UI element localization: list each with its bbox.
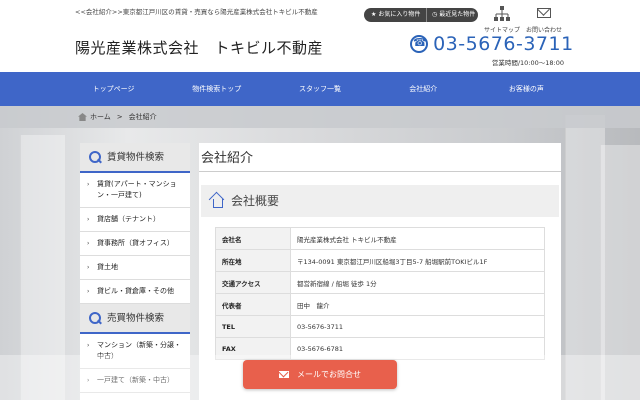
table-row: 交通アクセス 都営新宿線 / 船堀 徒歩 1分 bbox=[215, 271, 545, 294]
chevron-right-icon: › bbox=[87, 288, 90, 295]
breadcrumb: ホーム > 会社紹介 bbox=[0, 106, 640, 128]
nav-item-staff[interactable]: スタッフ一覧 bbox=[268, 72, 371, 106]
table-row: 会社名 陽光産業株式会社 トキビル不動産 bbox=[215, 227, 545, 250]
global-nav: トップページ 物件検索トップ スタッフ一覧 会社紹介 お客様の声 bbox=[0, 72, 640, 106]
business-hours: 営業時間/10:00～18:00 bbox=[491, 59, 564, 67]
sidebar-item-rental-office[interactable]: › 貸事務所（貸オフィス） bbox=[80, 232, 190, 256]
nav-item-top[interactable]: トップページ bbox=[62, 72, 165, 106]
sidebar-item-label: 貸土地 bbox=[97, 263, 118, 271]
sidebar-item-label: 貸事務所（貸オフィス） bbox=[97, 239, 174, 247]
mail-contact-button[interactable]: メールでお問合せ bbox=[243, 360, 397, 389]
rental-search-heading-label: 賃貸物件検索 bbox=[107, 152, 165, 163]
header-topline: <<会社紹介>>東京都江戸川区の賃貸・売買なら陽光産業株式会社トキビル不動産 bbox=[75, 8, 318, 16]
recent-button[interactable]: ◷ 最近見た物件 bbox=[426, 8, 478, 22]
sidebar-item-label: 貸ビル・貸倉庫・その他 bbox=[97, 287, 174, 295]
nav-item-company[interactable]: 会社紹介 bbox=[372, 72, 475, 106]
sidebar-item-rental-land[interactable]: › 貸土地 bbox=[80, 256, 190, 280]
chevron-right-icon: › bbox=[87, 342, 90, 349]
phone-icon bbox=[410, 35, 428, 53]
nav-item-voices[interactable]: お客様の声 bbox=[475, 72, 578, 106]
breadcrumb-separator: > bbox=[116, 113, 123, 121]
chevron-right-icon: › bbox=[87, 264, 90, 271]
nav-item-property-search[interactable]: 物件検索トップ bbox=[165, 72, 268, 106]
table-row: TEL 03-5676-3711 bbox=[215, 315, 545, 338]
row-value: 陽光産業株式会社 トキビル不動産 bbox=[290, 227, 545, 250]
search-icon bbox=[89, 151, 101, 163]
row-value: 〒134-0091 東京都江戸川区船堀3丁目5-7 船堀駅前TOKIビル1F bbox=[290, 249, 545, 272]
rental-search-heading: 賃貸物件検索 bbox=[80, 143, 190, 173]
chevron-right-icon: › bbox=[87, 216, 90, 223]
clock-icon: ◷ bbox=[432, 11, 438, 18]
row-value: 03-5676-3711 bbox=[290, 315, 545, 338]
search-icon bbox=[89, 312, 101, 324]
site-header: <<会社紹介>>東京都江戸川区の賃貸・売買なら陽光産業株式会社トキビル不動産 陽… bbox=[0, 0, 640, 72]
phone-number-text: 03-5676-3711 bbox=[433, 33, 574, 55]
chevron-right-icon: › bbox=[87, 181, 90, 188]
company-info-table: 会社名 陽光産業株式会社 トキビル不動産 所在地 〒134-0091 東京都江戸川区… bbox=[215, 227, 545, 360]
recent-label: 最近見た物件 bbox=[439, 11, 476, 18]
row-key: 会社名 bbox=[215, 227, 291, 250]
title-divider bbox=[199, 171, 561, 172]
sidebar-item-label: 賃貸(アパート・マンション・一戸建て) bbox=[97, 180, 177, 199]
breadcrumb-current: 会社紹介 bbox=[128, 113, 157, 121]
sitemap-icon bbox=[494, 6, 510, 21]
row-value: 田中 龍介 bbox=[290, 293, 545, 316]
phone-number[interactable]: 03-5676-3711 bbox=[410, 33, 574, 55]
site-title[interactable]: 陽光産業株式会社 トキビル不動産 bbox=[75, 37, 323, 58]
sidebar-item-rental-other[interactable]: › 貸ビル・貸倉庫・その他 bbox=[80, 280, 190, 304]
house-icon bbox=[210, 193, 224, 208]
favorites-label: お気に入り物件 bbox=[378, 11, 421, 18]
row-key: 所在地 bbox=[215, 249, 291, 272]
row-key: 代表者 bbox=[215, 293, 291, 316]
sidebar-item-rental-shop[interactable]: › 貸店舗（テナント） bbox=[80, 208, 190, 232]
table-row: 所在地 〒134-0091 東京都江戸川区船堀3丁目5-7 船堀駅前TOKIビル1… bbox=[215, 249, 545, 272]
sidebar-item-rental-residence[interactable]: › 賃貸(アパート・マンション・一戸建て) bbox=[80, 173, 190, 208]
sale-search-heading: 売買物件検索 bbox=[80, 304, 190, 334]
star-icon: ★ bbox=[371, 11, 377, 18]
sitemap-link[interactable]: サイトマップ bbox=[482, 6, 522, 34]
contact-link[interactable]: お問い合わせ bbox=[524, 6, 564, 34]
table-row: 代表者 田中 龍介 bbox=[215, 293, 545, 316]
sidebar-item-label: 貸店舗（テナント） bbox=[97, 215, 160, 223]
envelope-icon bbox=[279, 371, 289, 378]
row-key: TEL bbox=[215, 315, 291, 338]
row-value: 都営新宿線 / 船堀 徒歩 1分 bbox=[290, 271, 545, 294]
home-icon bbox=[78, 113, 87, 121]
page-title: 会社紹介 bbox=[201, 151, 254, 166]
section-heading: 会社概要 bbox=[201, 185, 559, 217]
section-heading-label: 会社概要 bbox=[231, 194, 280, 208]
mail-icon bbox=[537, 8, 551, 18]
chevron-right-icon: › bbox=[87, 240, 90, 247]
row-key: 交通アクセス bbox=[215, 271, 291, 294]
sale-search-heading-label: 売買物件検索 bbox=[107, 313, 165, 324]
mail-contact-label: メールでお問合せ bbox=[297, 370, 361, 379]
favorites-button[interactable]: ★ お気に入り物件 bbox=[364, 8, 426, 22]
breadcrumb-home[interactable]: ホーム bbox=[90, 113, 111, 121]
